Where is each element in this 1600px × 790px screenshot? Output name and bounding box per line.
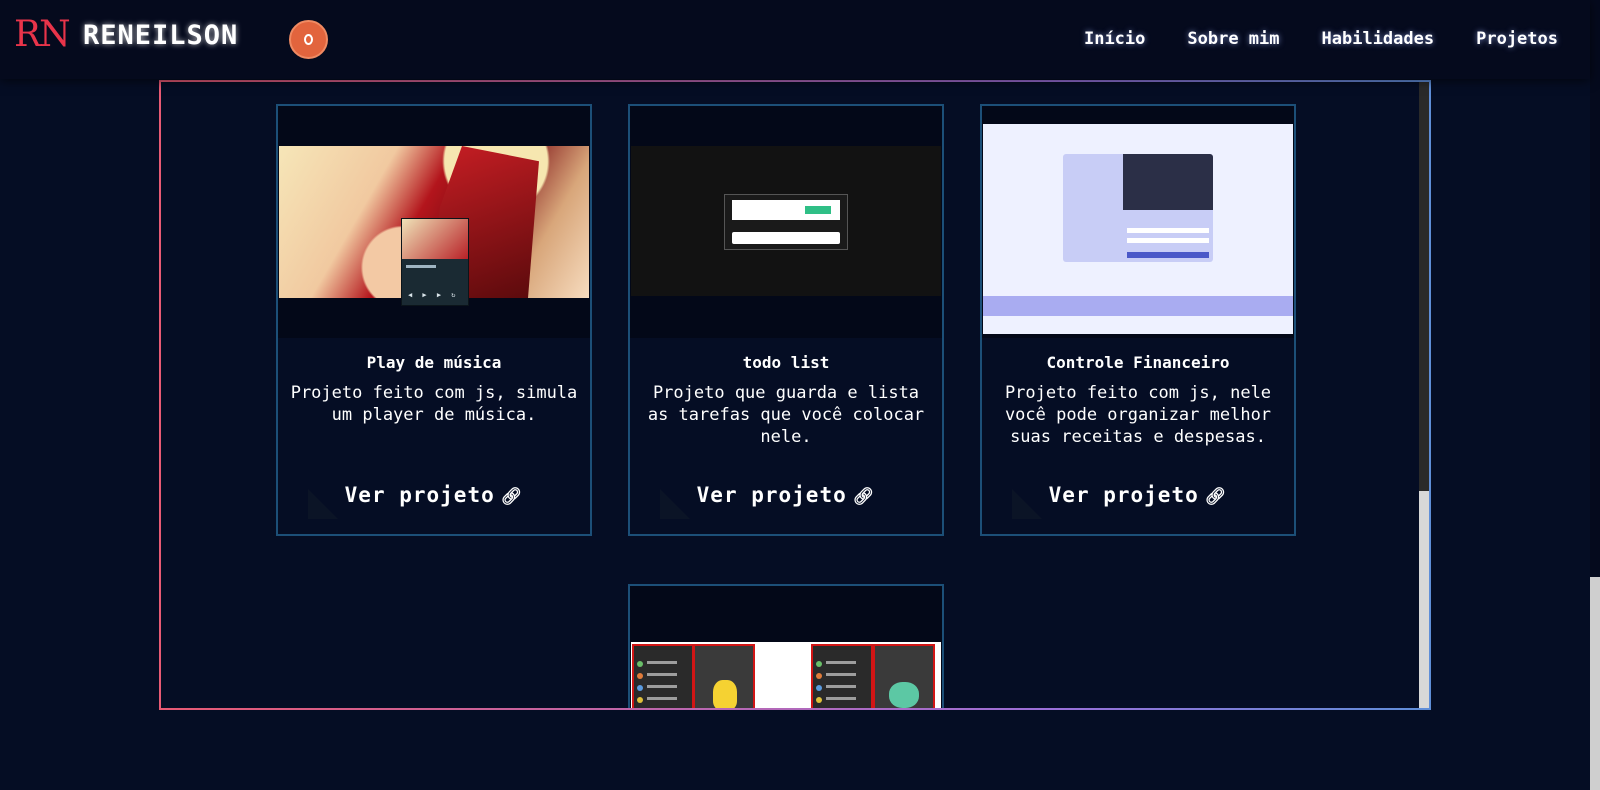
project-title: todo list	[742, 353, 830, 372]
project-title: Play de música	[366, 353, 502, 372]
view-project-label: Ver projeto	[696, 483, 847, 507]
link-icon: 🔗︎	[852, 487, 876, 507]
theme-toggle-button[interactable]	[289, 20, 328, 59]
nav-link-habilidades[interactable]: Habilidades	[1322, 29, 1435, 49]
project-card-finance-control: Controle Financeiro Projeto feito com js…	[980, 104, 1296, 536]
music-player-screenshot: ◀ ▶ ▶ ↻	[278, 106, 590, 338]
projects-scroll-area[interactable]: ◀ ▶ ▶ ↻ Play de música Projeto feito com…	[159, 80, 1431, 710]
nav-link-sobre-mim[interactable]: Sobre mim	[1187, 29, 1279, 49]
page-scrollbar-thumb[interactable]	[1590, 577, 1600, 790]
todo-list-screenshot	[630, 106, 942, 338]
view-project-link[interactable]: Ver projeto 🔗︎	[278, 483, 590, 507]
view-project-link[interactable]: Ver projeto 🔗︎	[630, 483, 942, 507]
link-icon: 🔗︎	[500, 487, 524, 507]
logo-mark[interactable]: RN	[14, 14, 71, 55]
nav-link-inicio[interactable]: Início	[1084, 29, 1145, 49]
project-title: Controle Financeiro	[1046, 353, 1230, 372]
project-card-music-player: ◀ ▶ ▶ ↻ Play de música Projeto feito com…	[276, 104, 592, 536]
view-project-label: Ver projeto	[344, 483, 495, 507]
view-project-link[interactable]: Ver projeto 🔗︎	[982, 483, 1294, 507]
finance-app-screenshot	[982, 106, 1294, 338]
project-card-pokedex	[628, 584, 944, 708]
link-icon: 🔗︎	[1204, 487, 1228, 507]
site-header: RN RENEILSON Início Sobre mim Habilidade…	[0, 0, 1590, 79]
view-project-label: Ver projeto	[1048, 483, 1199, 507]
projects-scrollbar-thumb[interactable]	[1419, 491, 1429, 708]
theme-toggle-icon	[304, 34, 313, 45]
project-description: Projeto feito com js, nele você pode org…	[1004, 383, 1272, 447]
nav-link-projetos[interactable]: Projetos	[1476, 29, 1558, 49]
project-card-todo-list: todo list Projeto que guarda e lista as …	[628, 104, 944, 536]
main-nav: Início Sobre mim Habilidades Projetos	[1084, 29, 1558, 49]
project-description: Projeto que guarda e lista as tarefas qu…	[647, 383, 925, 447]
pokedex-screenshot	[630, 586, 942, 708]
brand-name[interactable]: RENEILSON	[83, 20, 238, 51]
project-description: Projeto feito com js, simula um player d…	[290, 383, 578, 425]
